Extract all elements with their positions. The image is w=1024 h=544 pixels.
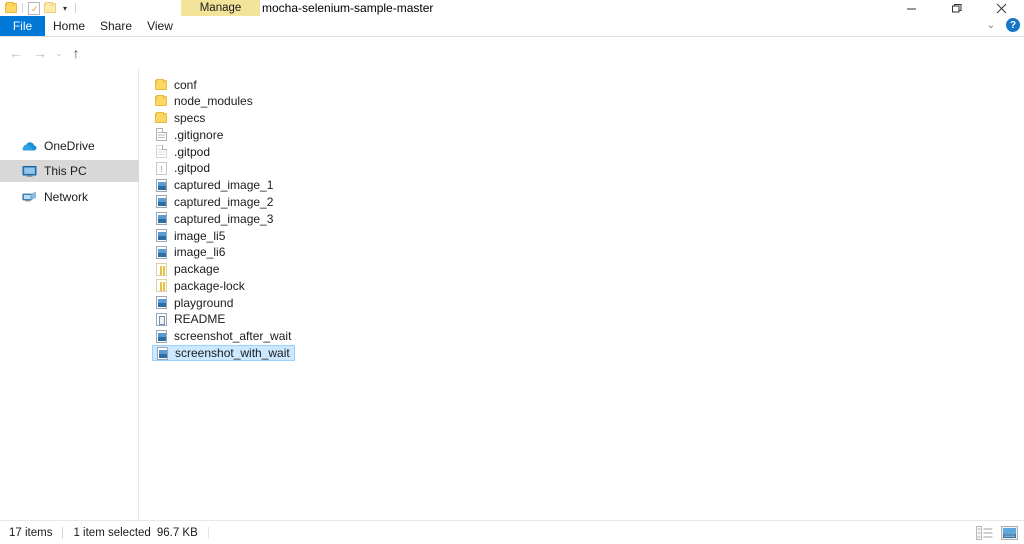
image-file-icon (154, 245, 168, 259)
help-icon[interactable]: ? (1006, 18, 1020, 32)
image-file-icon (154, 229, 168, 243)
this-pc-monitor-icon (20, 163, 38, 179)
customize-dropdown-icon[interactable]: ▾ (58, 1, 72, 16)
new-folder-icon[interactable] (42, 1, 58, 16)
tab-share[interactable]: Share (93, 16, 139, 37)
tab-view[interactable]: View (139, 16, 181, 37)
file-list-item[interactable]: ! .gitpod (152, 161, 214, 176)
file-explorer-window: ✓ ▾ Manage Picture Tools mocha-selenium-… (0, 0, 1024, 544)
image-file-icon (154, 178, 168, 192)
toolbar-separator (22, 3, 23, 13)
status-bar: 17 items 1 item selected 96.7 KB (0, 520, 1024, 544)
file-name-label: .gitpod (174, 145, 210, 159)
file-list-item[interactable]: .gitignore (152, 127, 227, 142)
file-name-label: package (174, 262, 219, 276)
sidebar-item-this-pc[interactable]: This PC (0, 160, 139, 182)
restore-button[interactable] (934, 0, 979, 16)
readme-file-icon (154, 312, 168, 326)
close-button[interactable] (979, 0, 1024, 16)
image-file-icon (154, 212, 168, 226)
status-size: 96.7 KB (157, 527, 198, 539)
sidebar-item-onedrive[interactable]: OneDrive (0, 135, 139, 157)
navigation-pane: OneDrive This PC Network (0, 69, 139, 520)
status-selection: 1 item selected (73, 527, 150, 539)
tab-file[interactable]: File (0, 16, 45, 37)
file-list-item[interactable]: image_li5 (152, 228, 229, 243)
yaml-file-icon: ! (154, 161, 168, 175)
text-file-icon (154, 145, 168, 159)
file-list-item[interactable]: README (152, 312, 229, 327)
details-view-icon[interactable] (976, 525, 993, 540)
status-item-count: 17 items (9, 527, 52, 539)
file-name-label: captured_image_3 (174, 212, 273, 226)
contextual-tab-title[interactable]: Manage (181, 0, 260, 16)
window-controls (889, 0, 1024, 16)
status-divider (62, 527, 63, 539)
large-icons-view-icon[interactable] (1001, 525, 1018, 540)
file-list-item[interactable]: specs (152, 111, 209, 126)
file-name-label: captured_image_2 (174, 195, 273, 209)
file-list-item[interactable]: screenshot_with_wait (152, 345, 295, 361)
text-file-icon (154, 128, 168, 142)
view-mode-buttons (976, 525, 1018, 540)
file-list-item[interactable]: captured_image_3 (152, 211, 277, 226)
image-file-icon (154, 195, 168, 209)
file-name-label: captured_image_1 (174, 178, 273, 192)
json-file-icon (154, 262, 168, 276)
file-name-label: image_li5 (174, 229, 225, 243)
file-list-item[interactable]: captured_image_2 (152, 194, 277, 209)
file-list-item[interactable]: captured_image_1 (152, 178, 277, 193)
image-file-icon (154, 296, 168, 310)
folder-icon (154, 78, 168, 92)
minimize-button[interactable] (889, 0, 934, 16)
file-list-item[interactable]: playground (152, 295, 237, 310)
chevron-down-icon[interactable]: ⌄ (984, 20, 998, 31)
file-list-item[interactable]: image_li6 (152, 245, 229, 260)
file-name-label: image_li6 (174, 245, 225, 259)
ribbon-tab-bar: File Home Share View (0, 16, 1024, 37)
sidebar-item-network[interactable]: Network (0, 186, 139, 208)
image-file-icon (154, 329, 168, 343)
file-list-item[interactable]: package-lock (152, 278, 249, 293)
sidebar-item-label-onedrive: OneDrive (44, 139, 95, 153)
file-name-label: node_modules (174, 94, 253, 108)
file-name-label: package-lock (174, 279, 245, 293)
title-bar: ✓ ▾ (0, 0, 1024, 16)
file-name-label: .gitpod (174, 161, 210, 175)
forward-button[interactable]: → (30, 43, 50, 63)
file-name-label: specs (174, 111, 205, 125)
network-icon (20, 189, 38, 205)
back-button[interactable]: ← (6, 43, 26, 63)
status-divider-2 (208, 527, 209, 539)
file-list-item[interactable]: .gitpod (152, 144, 214, 159)
recent-locations-icon[interactable]: ⌄ (52, 43, 66, 63)
file-name-label: screenshot_with_wait (175, 346, 290, 360)
file-list-item[interactable]: screenshot_after_wait (152, 329, 295, 344)
file-list-item[interactable]: node_modules (152, 94, 257, 109)
folder-icon[interactable] (3, 1, 19, 16)
sidebar-item-label-network: Network (44, 190, 88, 204)
onedrive-cloud-icon (20, 138, 38, 154)
properties-icon[interactable]: ✓ (26, 1, 42, 16)
quick-access-toolbar: ✓ ▾ (0, 0, 79, 16)
file-name-label: conf (174, 78, 197, 92)
ribbon-right-controls: ⌄ ? (984, 18, 1020, 32)
image-file-icon (155, 346, 169, 360)
file-list-item[interactable]: conf (152, 77, 201, 92)
folder-icon (154, 94, 168, 108)
toolbar-separator-2 (75, 3, 76, 13)
navigation-bar: ← → ⌄ ↑ « › mocha-selenium-sample-master… (0, 37, 1024, 69)
up-button[interactable]: ↑ (66, 43, 86, 63)
file-name-label: .gitignore (174, 128, 223, 142)
window-title: mocha-selenium-sample-master (262, 0, 433, 16)
file-list-view[interactable]: conf node_modulesspecs .gitignore .gitpod!.… (139, 69, 1024, 520)
json-file-icon (154, 279, 168, 293)
tab-home[interactable]: Home (45, 16, 93, 37)
file-name-label: README (174, 312, 225, 326)
sidebar-item-label-this-pc: This PC (44, 164, 87, 178)
file-name-label: screenshot_after_wait (174, 329, 291, 343)
folder-icon (154, 111, 168, 125)
file-name-label: playground (174, 296, 233, 310)
file-list-item[interactable]: package (152, 262, 223, 277)
